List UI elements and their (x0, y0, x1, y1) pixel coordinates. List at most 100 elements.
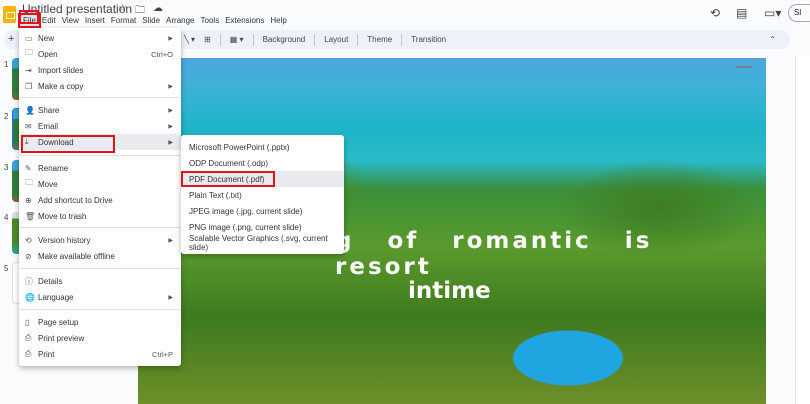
file-menu-item-language[interactable]: 🌐 Language ▶ (19, 289, 181, 305)
toolbar-divider (252, 33, 254, 46)
shortcut-label: Ctrl+P (151, 349, 173, 359)
background-button[interactable]: Background (263, 35, 306, 44)
menu-item-label: Rename (38, 163, 69, 173)
file-menu-item-share[interactable]: 👤 Share ▶ (19, 102, 181, 118)
download-option-label: JPEG image (.jpg, current slide) (189, 206, 303, 216)
download-option[interactable]: Microsoft PowerPoint (.pptx) (181, 139, 344, 155)
file-menu-item-print-preview[interactable]: ⎙ Print preview (19, 330, 181, 346)
menu-item-label: Version history (38, 235, 91, 245)
collapse-toolbar-icon[interactable]: ⌃ (769, 35, 776, 44)
menu-item-label: Print preview (38, 333, 85, 343)
copy-icon: ❐ (25, 81, 33, 91)
download-option[interactable]: ODP Document (.odp) (181, 155, 344, 171)
menu-item-label: Import slides (38, 65, 84, 75)
submenu-arrow-icon: ▶ (168, 294, 173, 301)
meet-icon[interactable]: ▭▾ (764, 6, 781, 20)
submenu-arrow-icon: ▶ (168, 35, 173, 42)
menu-insert[interactable]: Insert (82, 15, 108, 26)
download-highlight-box (21, 135, 115, 153)
file-menu-item-move-to-trash[interactable]: 🗑 Move to trash (19, 208, 181, 224)
share-person-icon: 👤 (25, 105, 35, 115)
file-menu-item-rename[interactable]: ✎ Rename (19, 160, 181, 176)
submenu-arrow-icon: ▶ (168, 83, 173, 90)
trash-icon: 🗑 (25, 211, 36, 221)
menubar: File Edit View Insert Format Slide Arran… (18, 13, 290, 28)
menu-item-label: Move to trash (38, 211, 87, 221)
file-menu-item-print[interactable]: ⎙ Print Ctrl+P (19, 346, 181, 362)
file-menu-item-new[interactable]: ▭ New ▶ (19, 30, 181, 46)
file-menu-item-make-available-offline[interactable]: ⊘ Make available offline (19, 248, 181, 264)
slide-number: 4 (4, 213, 9, 222)
menu-divider (19, 227, 181, 228)
menu-tools[interactable]: Tools (198, 15, 223, 26)
file-menu-item-make-a-copy[interactable]: ❐ Make a copy ▶ (19, 78, 181, 94)
file-menu-item-move[interactable]: 🗀 Move (19, 176, 181, 192)
download-option[interactable]: PNG image (.png, current slide) (181, 219, 344, 235)
new-icon: ▭ (25, 33, 33, 43)
file-menu-item-open[interactable]: 🗀 Open Ctrl+O (19, 46, 181, 62)
transition-button[interactable]: Transition (411, 35, 446, 44)
toolbar-divider (401, 33, 403, 46)
watermark-logo (736, 66, 752, 88)
shortcut-label: Ctrl+O (151, 49, 173, 59)
toolbar-divider (357, 33, 359, 46)
slide-number: 5 (4, 264, 9, 273)
rename-icon: ✎ (25, 163, 32, 173)
menu-divider (19, 155, 181, 156)
menu-extensions[interactable]: Extensions (222, 15, 267, 26)
file-menu-item-import-slides[interactable]: ⇥ Import slides (19, 62, 181, 78)
toolbar-divider (314, 33, 316, 46)
slide-number: 2 (4, 112, 9, 121)
file-menu-item-add-shortcut-to-drive[interactable]: ⊕ Add shortcut to Drive (19, 192, 181, 208)
side-panel (795, 56, 810, 404)
slide-number: 1 (4, 60, 9, 69)
slide-title-line1[interactable]: g of romantic is resort (335, 228, 766, 280)
menu-item-label: Page setup (38, 317, 79, 327)
download-option[interactable]: JPEG image (.jpg, current slide) (181, 203, 344, 219)
file-highlight-box (19, 10, 39, 24)
theme-button[interactable]: Theme (367, 35, 392, 44)
slide-title-line2[interactable]: intime (408, 278, 491, 304)
print-preview-icon: ⎙ (25, 333, 32, 342)
line-tool-icon[interactable]: ╲ ▾ (184, 35, 195, 44)
folder-icon: 🗀 (25, 48, 33, 57)
slide-number: 3 (4, 163, 9, 172)
import-icon: ⇥ (25, 65, 32, 75)
globe-icon: 🌐 (25, 292, 35, 302)
comment-add-icon[interactable]: ⊞ (204, 35, 211, 44)
file-menu-item-email[interactable]: ✉ Email ▶ (19, 118, 181, 134)
submenu-arrow-icon: ▶ (168, 139, 173, 146)
submenu-arrow-icon: ▶ (168, 107, 173, 114)
slideshow-button[interactable]: Sl (788, 4, 810, 22)
layout-grid-icon[interactable]: ▦ ▾ (230, 35, 244, 44)
file-menu-item-version-history[interactable]: ⟲ Version history ▶ (19, 232, 181, 248)
menu-item-label: Move (38, 179, 58, 189)
drive-shortcut-icon: ⊕ (25, 195, 32, 205)
file-menu-item-page-setup[interactable]: ▯ Page setup (19, 314, 181, 330)
menu-slide[interactable]: Slide (139, 15, 163, 26)
layout-button[interactable]: Layout (324, 35, 348, 44)
menu-item-label: New (38, 33, 55, 43)
submenu-arrow-icon: ▶ (168, 123, 173, 130)
menu-item-label: Email (38, 121, 59, 131)
offline-icon: ⊘ (25, 251, 32, 261)
history-icon: ⟲ (25, 235, 32, 245)
comment-icon[interactable]: ▤ (736, 6, 747, 20)
menu-help[interactable]: Help (267, 15, 289, 26)
history-icon[interactable]: ⟲ (710, 6, 720, 20)
download-option[interactable]: Plain Text (.txt) (181, 187, 344, 203)
download-option[interactable]: Scalable Vector Graphics (.svg, current … (181, 234, 344, 252)
menu-view[interactable]: View (59, 15, 82, 26)
menu-item-label: Print (38, 349, 55, 359)
menu-arrange[interactable]: Arrange (163, 15, 197, 26)
slides-logo[interactable] (3, 6, 16, 23)
file-menu-item-details[interactable]: ⓘ Details (19, 273, 181, 289)
menu-format[interactable]: Format (108, 15, 139, 26)
new-slide-icon[interactable]: + (8, 33, 14, 45)
info-icon: ⓘ (25, 276, 33, 286)
menu-item-label: Details (38, 276, 63, 286)
download-option-label: Plain Text (.txt) (189, 190, 242, 200)
download-option-label: Microsoft PowerPoint (.pptx) (189, 142, 290, 152)
menu-edit[interactable]: Edit (39, 15, 59, 26)
move-folder-icon: 🗀 (25, 178, 33, 187)
